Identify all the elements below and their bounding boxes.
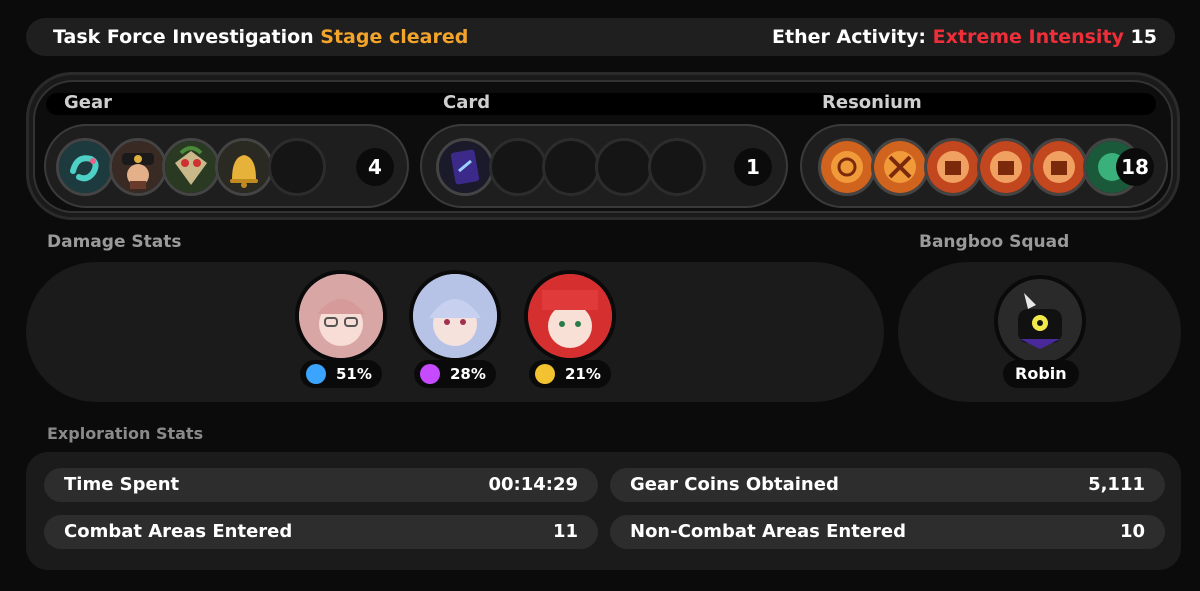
stat-value: 10 xyxy=(1119,521,1145,542)
card-icon[interactable] xyxy=(436,138,494,196)
empty-card-slot xyxy=(542,138,600,196)
empty-card-slot xyxy=(595,138,653,196)
damage-stats-label: Damage Stats xyxy=(47,232,182,252)
empty-gear-slot xyxy=(268,138,326,196)
stat-row-combat-areas: Combat Areas Entered 11 xyxy=(44,515,598,549)
ether-value: 15 xyxy=(1130,26,1157,48)
bangboo-squad-label: Bangboo Squad xyxy=(919,232,1070,252)
resonium-count: 18 xyxy=(1116,148,1154,186)
bangboo-portrait[interactable] xyxy=(994,275,1086,367)
gear-row[interactable]: 4 xyxy=(44,124,409,208)
physical-icon xyxy=(535,364,555,384)
agent-portrait-silver-hair[interactable] xyxy=(409,270,501,362)
agent-portrait-pink-hair[interactable] xyxy=(295,270,387,362)
resonium-clock-icon[interactable] xyxy=(818,138,876,196)
exploration-stats-label: Exploration Stats xyxy=(47,424,204,443)
gear-serpent-icon[interactable] xyxy=(56,138,114,196)
agent-damage-tag: 28% xyxy=(414,360,496,388)
gear-officer-icon[interactable] xyxy=(109,138,167,196)
resonium-bomb-icon[interactable] xyxy=(977,138,1035,196)
ether-intensity: Extreme Intensity xyxy=(932,26,1124,48)
stat-value: 00:14:29 xyxy=(488,474,578,495)
stage-status: Stage cleared xyxy=(320,26,469,48)
resonium-label: Resonium xyxy=(822,92,922,113)
empty-card-slot xyxy=(648,138,706,196)
stat-row-noncombat-areas: Non-Combat Areas Entered 10 xyxy=(610,515,1165,549)
stat-label: Time Spent xyxy=(64,474,180,495)
agent-portrait-red-hair[interactable] xyxy=(524,270,616,362)
stat-row-time-spent: Time Spent 00:14:29 xyxy=(44,468,598,502)
stat-label: Gear Coins Obtained xyxy=(630,474,839,495)
stat-row-gear-coins: Gear Coins Obtained 5,111 xyxy=(610,468,1165,502)
ether-activity: Ether Activity: Extreme Intensity 15 xyxy=(772,18,1157,56)
agent-damage-percent: 28% xyxy=(450,365,486,383)
stat-label: Non-Combat Areas Entered xyxy=(630,521,906,542)
resonium-wrench-icon[interactable] xyxy=(871,138,929,196)
agent-damage-tag: 21% xyxy=(529,360,611,388)
stat-label: Combat Areas Entered xyxy=(64,521,293,542)
top-status-bar: Task Force Investigation Stage cleared E… xyxy=(26,18,1175,56)
card-count: 1 xyxy=(734,148,772,186)
investigation-title: Task Force Investigation Stage cleared xyxy=(53,18,468,56)
card-row[interactable]: 1 xyxy=(420,124,788,208)
stat-value: 11 xyxy=(552,521,578,542)
stat-value: 5,111 xyxy=(1088,474,1145,495)
resonium-bomb-icon[interactable] xyxy=(1030,138,1088,196)
agent-damage-percent: 51% xyxy=(336,365,372,383)
bangboo-name: Robin xyxy=(1003,360,1079,388)
gear-bird-icon[interactable] xyxy=(162,138,220,196)
empty-card-slot xyxy=(489,138,547,196)
electric-icon xyxy=(306,364,326,384)
ether-icon xyxy=(420,364,440,384)
resonium-row[interactable]: 18 xyxy=(800,124,1168,208)
resonium-bomb-icon[interactable] xyxy=(924,138,982,196)
gear-label: Gear xyxy=(64,92,113,113)
loot-category-header xyxy=(46,93,1156,115)
task-force-title: Task Force Investigation xyxy=(53,26,314,48)
gear-count: 4 xyxy=(356,148,394,186)
agent-damage-tag: 51% xyxy=(300,360,382,388)
card-label: Card xyxy=(443,92,491,113)
ether-label: Ether Activity: xyxy=(772,26,927,48)
gear-bell-icon[interactable] xyxy=(215,138,273,196)
agent-damage-percent: 21% xyxy=(565,365,601,383)
